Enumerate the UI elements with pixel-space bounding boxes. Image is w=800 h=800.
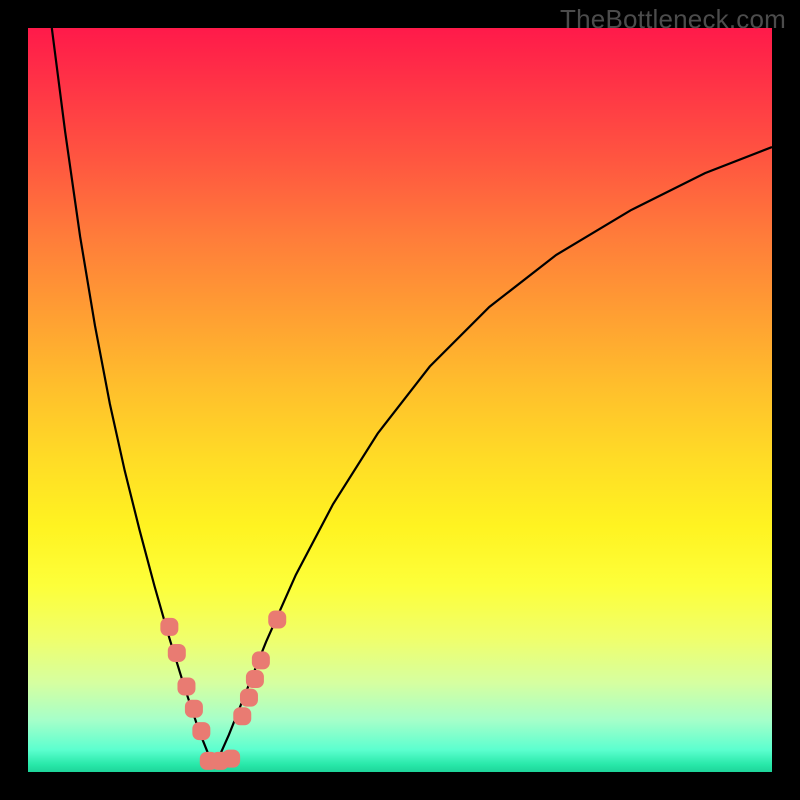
plot-area — [28, 28, 772, 772]
markers-svg — [28, 28, 772, 772]
left-marker-2 — [168, 644, 186, 662]
right-marker-1 — [233, 707, 251, 725]
right-marker-4 — [252, 651, 270, 669]
bottom-marker-3 — [222, 750, 240, 768]
right-marker-3 — [246, 670, 264, 688]
watermark-text: TheBottleneck.com — [560, 4, 786, 35]
right-marker-5 — [268, 610, 286, 628]
right-marker-2 — [240, 689, 258, 707]
left-marker-4 — [185, 700, 203, 718]
left-marker-1 — [160, 618, 178, 636]
left-marker-3 — [177, 677, 195, 695]
chart-frame: TheBottleneck.com — [0, 0, 800, 800]
left-marker-5 — [192, 722, 210, 740]
